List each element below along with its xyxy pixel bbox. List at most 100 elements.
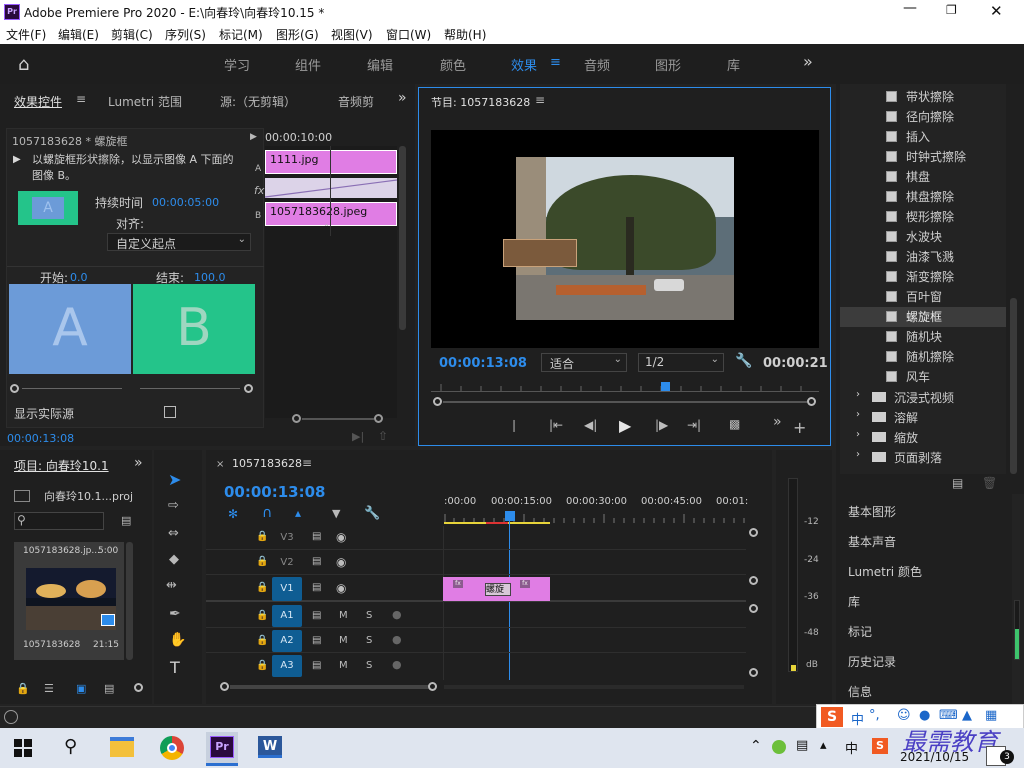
- pen-tool-icon[interactable]: ✒: [169, 606, 181, 622]
- panel-libraries[interactable]: 库: [848, 593, 860, 610]
- eye-icon[interactable]: ◉: [336, 530, 346, 544]
- track-v2[interactable]: V2: [272, 552, 302, 574]
- tray-sogou-icon[interactable]: S: [872, 738, 888, 754]
- more-controls-icon[interactable]: »: [773, 414, 782, 430]
- end-slider[interactable]: [140, 384, 254, 394]
- go-to-out-icon[interactable]: ⇥|: [687, 418, 701, 432]
- panel-lumetri-color[interactable]: Lumetri 颜色: [848, 563, 922, 580]
- transition-bar[interactable]: [265, 178, 397, 198]
- chrome-icon[interactable]: [160, 736, 184, 760]
- play-transition-icon[interactable]: ▶: [13, 154, 21, 165]
- microphone-icon[interactable]: ●: [392, 608, 402, 621]
- eye-icon[interactable]: ◉: [336, 581, 346, 595]
- tab-lumetri-scopes[interactable]: Lumetri 范围: [108, 93, 182, 110]
- tab-effect-controls[interactable]: 效果控件: [14, 93, 62, 110]
- zoom-slider-handle[interactable]: [134, 683, 143, 692]
- v1-clip[interactable]: fx fx 螺旋: [443, 577, 550, 601]
- start-slider[interactable]: [10, 384, 126, 394]
- program-timecode[interactable]: 00:00:13:08: [439, 356, 527, 371]
- nest-icon[interactable]: ✻: [228, 507, 238, 521]
- list-view-icon[interactable]: ☰: [44, 682, 54, 695]
- sync-lock-icon[interactable]: ▤: [312, 582, 321, 593]
- timeline-timecode[interactable]: 00:00:13:08: [224, 483, 326, 501]
- show-actual-sources-checkbox[interactable]: [164, 406, 176, 418]
- tab-assembly[interactable]: 组件: [295, 55, 321, 74]
- track-a2[interactable]: A2: [272, 630, 302, 652]
- eye-icon[interactable]: ◉: [336, 555, 346, 569]
- new-bin-icon[interactable]: ▤: [121, 514, 131, 527]
- tray-chevron-icon[interactable]: ⌃: [750, 738, 762, 754]
- minimize-icon[interactable]: —: [900, 0, 920, 24]
- windows-start-icon[interactable]: [14, 739, 32, 757]
- tray-network-icon[interactable]: ▤: [796, 738, 808, 753]
- ripple-edit-tool-icon[interactable]: ⇔: [168, 526, 179, 541]
- timeline-settings-icon[interactable]: 🔧: [364, 506, 380, 521]
- menu-view[interactable]: 视图(V): [331, 26, 373, 43]
- linked-selection-icon[interactable]: ▴: [295, 506, 301, 520]
- menu-graphics[interactable]: 图形(G): [276, 26, 319, 43]
- tab-audio[interactable]: 音频: [584, 55, 610, 74]
- panel-history[interactable]: 历史记录: [848, 653, 896, 670]
- freeform-view-icon[interactable]: ▤: [104, 682, 114, 695]
- sync-lock-icon[interactable]: ▤: [312, 531, 321, 542]
- menu-help[interactable]: 帮助(H): [444, 26, 486, 43]
- home-icon[interactable]: ⌂: [18, 54, 29, 75]
- panel-essential-sound[interactable]: 基本声音: [848, 533, 896, 550]
- panel-info[interactable]: 信息: [848, 683, 872, 700]
- snap-icon[interactable]: ∩: [262, 505, 272, 521]
- mini-scroll-zoom[interactable]: [292, 414, 384, 424]
- project-title[interactable]: 项目: 向春玲10.1: [14, 457, 114, 474]
- new-custom-bin-icon[interactable]: ▤: [952, 476, 963, 490]
- step-forward-icon[interactable]: |▶: [655, 418, 668, 432]
- solo-icon[interactable]: S: [366, 610, 372, 621]
- track-a1[interactable]: A1: [272, 605, 302, 627]
- timeline-playhead-head[interactable]: [505, 511, 515, 521]
- program-zoom-scroll[interactable]: [433, 397, 819, 407]
- end-value[interactable]: 100.0: [194, 271, 226, 284]
- tab-effects[interactable]: 效果: [511, 55, 537, 74]
- project-scrollbar[interactable]: [126, 542, 133, 660]
- tab-audio-clip[interactable]: 音频剪: [338, 93, 374, 110]
- lock-track-icon[interactable]: 🔒: [256, 610, 268, 621]
- project-search-input[interactable]: ⚲: [14, 512, 104, 530]
- lock-track-icon[interactable]: 🔒: [256, 556, 268, 567]
- track-v3[interactable]: V3: [272, 527, 302, 549]
- panel-overflow-icon[interactable]: »: [134, 455, 143, 471]
- resolution-dropdown[interactable]: 1/2 ⌄: [638, 353, 724, 372]
- tab-color[interactable]: 颜色: [440, 55, 466, 74]
- voice-icon[interactable]: ●: [919, 708, 930, 723]
- close-tab-icon[interactable]: ×: [216, 459, 224, 470]
- panel-overflow-icon[interactable]: »: [398, 90, 407, 106]
- duration-value[interactable]: 00:00:05:00: [152, 196, 219, 209]
- lock-track-icon[interactable]: 🔒: [256, 531, 268, 542]
- panel-essential-graphics[interactable]: 基本图形: [848, 503, 896, 520]
- lock-track-icon[interactable]: 🔒: [256, 582, 268, 593]
- razor-tool-icon[interactable]: ◆: [169, 552, 179, 567]
- settings-wrench-icon[interactable]: 🔧: [735, 353, 752, 369]
- align-dropdown[interactable]: 自定义起点 ⌄: [107, 233, 251, 251]
- track-select-tool-icon[interactable]: ⇨: [168, 498, 179, 513]
- solo-icon[interactable]: S: [366, 635, 372, 646]
- tab-learn[interactable]: 学习: [224, 55, 250, 74]
- sync-lock-icon[interactable]: ▤: [312, 610, 321, 621]
- panel-menu-icon[interactable]: ≡: [76, 92, 86, 106]
- collapse-arrow-icon[interactable]: ▶: [250, 132, 257, 142]
- sogou-logo-icon[interactable]: S: [821, 707, 843, 727]
- ime-punct[interactable]: °,: [869, 708, 880, 723]
- tab-libraries[interactable]: 库: [727, 55, 740, 74]
- program-playhead[interactable]: [661, 382, 670, 391]
- menu-clip[interactable]: 剪辑(C): [111, 26, 153, 43]
- sync-lock-icon[interactable]: ▤: [312, 635, 321, 646]
- premiere-taskbar-icon[interactable]: Pr: [206, 732, 238, 766]
- fit-dropdown[interactable]: 适合 ⌄: [541, 353, 627, 372]
- ime-mode[interactable]: 中: [851, 709, 864, 728]
- workspace-menu-icon[interactable]: ≡: [550, 55, 561, 70]
- sync-lock-icon[interactable]: ▤: [312, 556, 321, 567]
- lock-track-icon[interactable]: 🔒: [256, 635, 268, 646]
- hand-tool-icon[interactable]: ✋: [169, 632, 186, 648]
- sequence-menu-icon[interactable]: ≡: [302, 456, 312, 470]
- sequence-title[interactable]: 1057183628: [232, 457, 302, 470]
- tray-volume-icon[interactable]: ▴: [820, 738, 827, 753]
- tray-language[interactable]: 中: [845, 738, 858, 757]
- menu-file[interactable]: 文件(F): [6, 26, 46, 43]
